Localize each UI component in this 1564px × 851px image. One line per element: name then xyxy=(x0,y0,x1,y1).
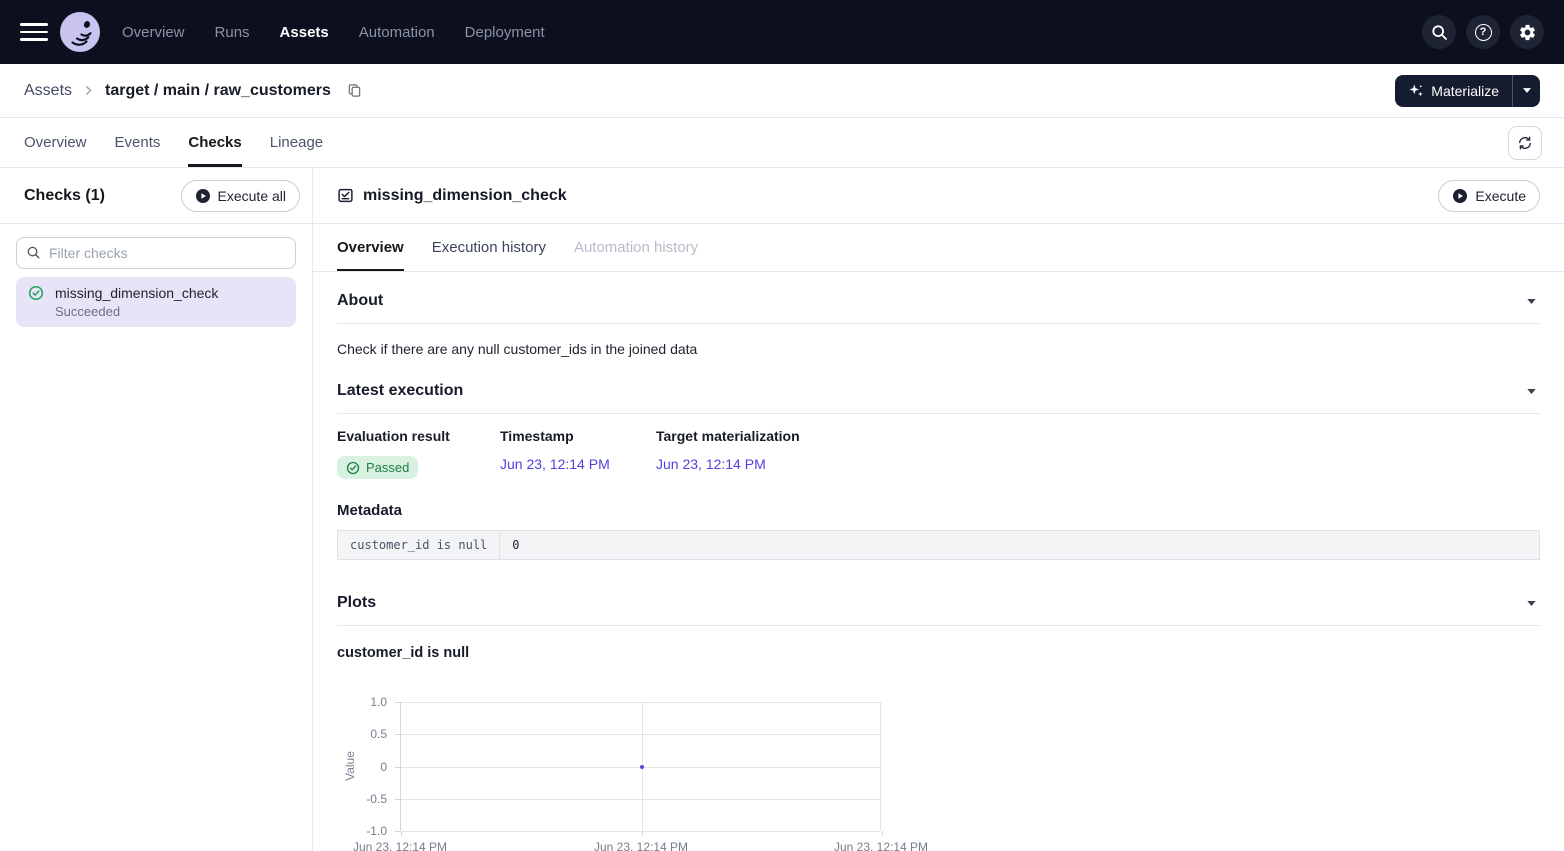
dagster-logo-icon[interactable] xyxy=(60,12,100,52)
timestamp-link[interactable]: Jun 23, 12:14 PM xyxy=(500,456,610,472)
asset-check-icon xyxy=(337,187,354,204)
check-list-item[interactable]: missing_dimension_check Succeeded xyxy=(16,277,296,327)
metadata-value: 0 xyxy=(500,531,1540,560)
chart-plot-area xyxy=(400,702,881,831)
metadata-heading: Metadata xyxy=(337,502,1540,519)
nav-item-runs[interactable]: Runs xyxy=(215,24,250,41)
y-tick-label: 1.0 xyxy=(370,695,387,709)
chevron-right-icon xyxy=(82,84,95,97)
y-tick-label: 0 xyxy=(380,760,387,774)
column-evaluation-result: Evaluation result xyxy=(337,428,500,444)
check-item-name: missing_dimension_check xyxy=(55,284,218,302)
copy-asset-key-button[interactable] xyxy=(347,83,362,98)
column-timestamp: Timestamp xyxy=(500,428,656,444)
chart-data-point xyxy=(640,765,644,769)
chart-y-axis: 1.00.50-0.5-1.0 xyxy=(337,702,400,831)
check-title: missing_dimension_check xyxy=(363,187,567,205)
caret-down-icon xyxy=(1527,299,1536,304)
metadata-table: customer_id is null 0 xyxy=(337,530,1540,560)
value-plot: Value 1.00.50-0.5-1.0 Jun 23, 12:14 PMJu… xyxy=(337,702,1540,851)
materialize-dropdown-button[interactable] xyxy=(1512,75,1540,107)
copy-icon xyxy=(347,83,362,98)
check-overview-content: About Check if there are any null custom… xyxy=(313,272,1564,851)
execute-all-button[interactable]: Execute all xyxy=(181,180,300,212)
tab-check-overview[interactable]: Overview xyxy=(337,224,404,271)
filter-search-icon xyxy=(26,245,41,260)
target-materialization-link[interactable]: Jun 23, 12:14 PM xyxy=(656,456,766,472)
about-heading: About xyxy=(337,292,383,310)
y-tick-label: -1.0 xyxy=(366,824,387,838)
plots-collapse-button[interactable] xyxy=(1523,597,1540,610)
refresh-button[interactable] xyxy=(1508,126,1542,160)
settings-gear-icon xyxy=(1518,23,1537,42)
nav-item-automation[interactable]: Automation xyxy=(359,24,435,41)
execute-button[interactable]: Execute xyxy=(1438,180,1540,212)
nav-item-assets[interactable]: Assets xyxy=(280,24,329,41)
check-item-status: Succeeded xyxy=(55,304,218,320)
x-tick-label: Jun 23, 12:14 PM xyxy=(353,840,447,851)
caret-down-icon xyxy=(1527,389,1536,394)
metadata-row: customer_id is null 0 xyxy=(338,531,1540,560)
materialize-label: Materialize xyxy=(1431,83,1499,99)
nav-item-deployment[interactable]: Deployment xyxy=(465,24,545,41)
x-tick-label: Jun 23, 12:14 PM xyxy=(594,840,688,851)
y-tick-label: -0.5 xyxy=(366,792,387,806)
check-detail-panel: missing_dimension_check Execute Overview… xyxy=(313,168,1564,851)
breadcrumb-assets-link[interactable]: Assets xyxy=(24,82,72,100)
check-description: Check if there are any null customer_ids… xyxy=(337,341,1540,357)
search-button[interactable] xyxy=(1422,15,1456,49)
status-badge: Passed xyxy=(337,456,418,479)
help-button[interactable]: ? xyxy=(1466,15,1500,49)
checks-sidebar: Checks (1) Execute all missing_dimension… xyxy=(0,168,313,851)
tab-execution-history[interactable]: Execution history xyxy=(432,224,546,271)
settings-button[interactable] xyxy=(1510,15,1544,49)
about-collapse-button[interactable] xyxy=(1523,295,1540,308)
materialize-button[interactable]: Materialize xyxy=(1395,75,1512,107)
breadcrumb-row: Assets target / main / raw_customers Mat… xyxy=(0,64,1564,118)
refresh-icon xyxy=(1517,135,1533,151)
checks-count-title: Checks (1) xyxy=(24,187,105,205)
y-tick-label: 0.5 xyxy=(370,727,387,741)
play-circle-icon xyxy=(195,188,211,204)
caret-down-icon xyxy=(1527,601,1536,606)
sparkle-icon xyxy=(1408,83,1424,99)
tab-automation-history[interactable]: Automation history xyxy=(574,224,698,271)
metadata-key: customer_id is null xyxy=(338,531,500,560)
breadcrumb-asset-path: target / main / raw_customers xyxy=(105,82,331,100)
latest-execution-table: Evaluation result Passed Timestamp J xyxy=(337,428,1540,479)
check-success-icon xyxy=(28,285,44,301)
tab-overview[interactable]: Overview xyxy=(24,118,87,167)
caret-down-icon xyxy=(1523,88,1531,93)
check-circle-icon xyxy=(346,461,360,475)
plots-heading: Plots xyxy=(337,594,376,612)
tab-lineage[interactable]: Lineage xyxy=(270,118,323,167)
plot-title: customer_id is null xyxy=(337,645,1540,661)
tab-checks[interactable]: Checks xyxy=(188,118,241,167)
column-target-materialization: Target materialization xyxy=(656,428,800,444)
nav-item-overview[interactable]: Overview xyxy=(122,24,185,41)
check-detail-tabs: Overview Execution history Automation hi… xyxy=(313,224,1564,272)
help-icon: ? xyxy=(1475,24,1492,41)
filter-checks-input[interactable] xyxy=(16,237,296,269)
x-tick-label: Jun 23, 12:14 PM xyxy=(834,840,928,851)
latest-execution-collapse-button[interactable] xyxy=(1523,385,1540,398)
play-circle-icon xyxy=(1452,188,1468,204)
tab-events[interactable]: Events xyxy=(115,118,161,167)
primary-nav: Overview Runs Assets Automation Deployme… xyxy=(122,24,545,41)
top-nav: Overview Runs Assets Automation Deployme… xyxy=(0,0,1564,64)
asset-tabs-row: Overview Events Checks Lineage xyxy=(0,118,1564,168)
materialize-split-button: Materialize xyxy=(1395,75,1540,107)
latest-execution-heading: Latest execution xyxy=(337,382,463,400)
hamburger-menu-icon[interactable] xyxy=(20,23,48,41)
breadcrumb: Assets target / main / raw_customers xyxy=(24,82,362,100)
search-icon xyxy=(1431,24,1448,41)
